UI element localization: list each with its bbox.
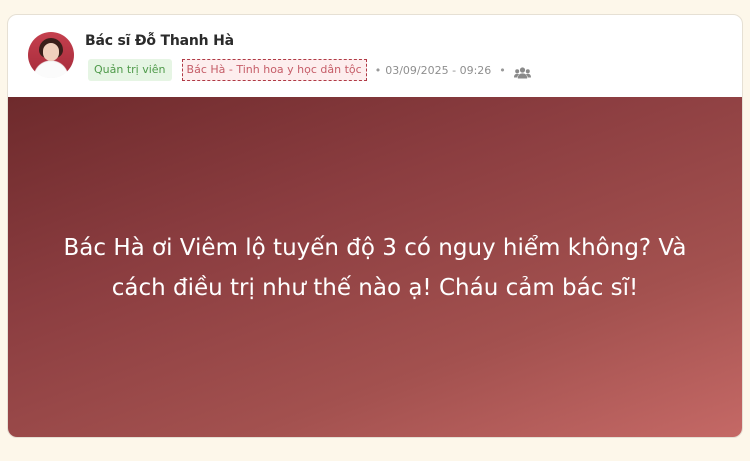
post-meta: Quản trị viên Bác Hà - Tinh hoa y học dâ… [88,59,531,81]
avatar-coat [34,62,68,78]
avatar-face [43,43,59,61]
separator-dot: • [499,63,506,77]
separator-dot: • [374,63,382,77]
post-content-text: Bác Hà ơi Viêm lộ tuyến độ 3 có nguy hiể… [63,235,687,301]
author-name[interactable]: Bác sĩ Đỗ Thanh Hà [85,33,234,49]
post-timestamp[interactable]: 03/09/2025 - 09:26 [385,64,491,77]
post-content-background[interactable]: Bác Hà ơi Viêm lộ tuyến độ 3 có nguy hiể… [8,97,742,437]
group-badge[interactable]: Bác Hà - Tinh hoa y học dân tộc [181,59,367,81]
post-card: Bác sĩ Đỗ Thanh Hà Quản trị viên Bác Hà … [7,14,743,438]
group-icon [513,64,531,79]
post-header: Bác sĩ Đỗ Thanh Hà Quản trị viên Bác Hà … [8,15,742,97]
role-badge: Quản trị viên [88,59,172,81]
avatar[interactable] [28,32,74,78]
